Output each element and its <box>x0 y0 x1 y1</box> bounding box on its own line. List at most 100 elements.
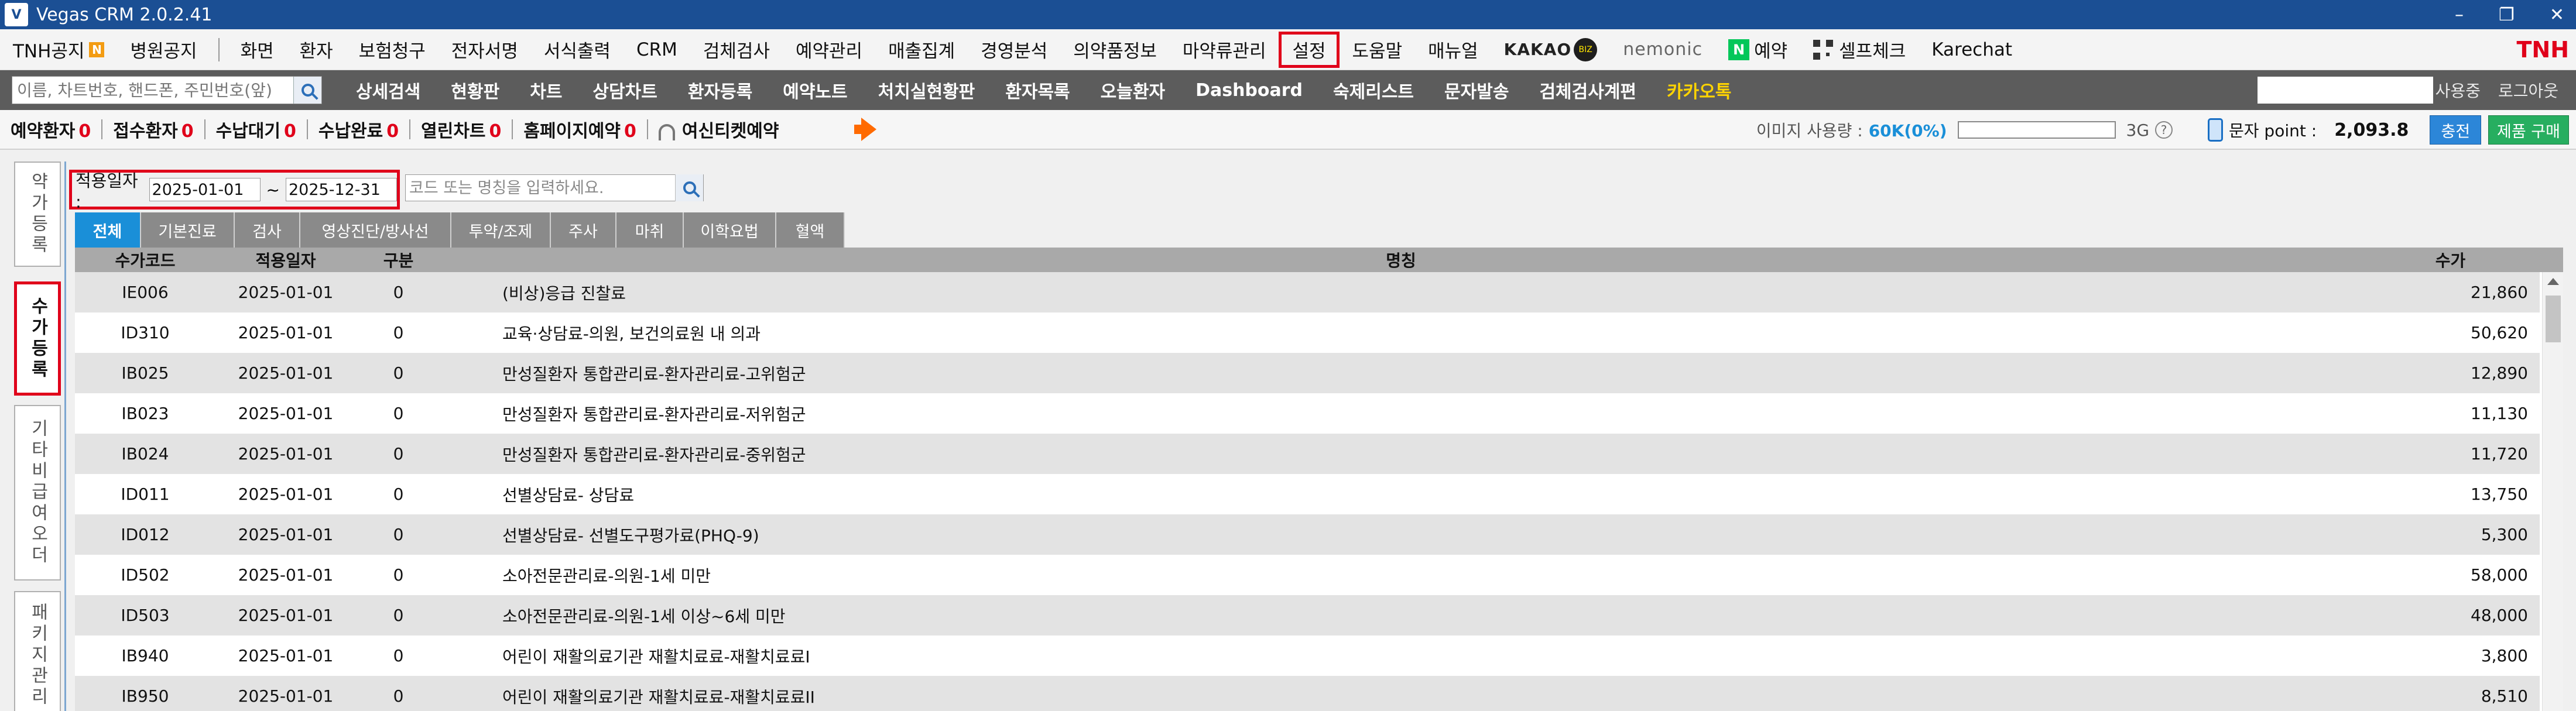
minimize-icon[interactable]: – <box>2455 5 2464 25</box>
menu-item-narcotics[interactable]: 마약류관리 <box>1170 29 1279 70</box>
column-header-name[interactable]: 명칭 <box>441 248 2361 272</box>
menu-item-insurance-claim[interactable]: 보험청구 <box>346 29 439 70</box>
column-header-type[interactable]: 구분 <box>356 248 441 272</box>
menu-item-sales-summary[interactable]: 매출집계 <box>875 29 968 70</box>
table-row[interactable]: ID310 2025-01-01 0 교육·상담료-의원, 보건의료원 내 의과 50,… <box>75 312 2540 353</box>
link-patient-register[interactable]: 환자등록 <box>673 77 768 103</box>
menu-item-form-print[interactable]: 서식출력 <box>531 29 624 70</box>
scroll-thumb[interactable] <box>2546 296 2561 342</box>
cell-code: ID012 <box>121 525 170 544</box>
link-status-board[interactable]: 현황판 <box>436 77 515 103</box>
scroll-up-icon[interactable] <box>2547 278 2559 285</box>
menu-tnh-notice[interactable]: TNH공지 N <box>0 29 117 70</box>
headset-icon <box>658 123 675 140</box>
table-row[interactable]: ID502 2025-01-01 0 소아전문관리료-의원-1세 미만 58,000 <box>75 555 2540 595</box>
restore-icon[interactable]: ❐ <box>2499 5 2515 25</box>
menu-karechat[interactable]: Karechat <box>1919 29 2025 70</box>
logout-link[interactable]: 로그아웃 <box>2498 78 2558 102</box>
table-row[interactable]: IB025 2025-01-01 0 만성질환자 통합관리료-환자관리료-고위험군 12… <box>75 353 2540 393</box>
tab-test[interactable]: 검사 <box>235 212 300 248</box>
stat-label: 수납완료 <box>318 121 383 142</box>
menu-item-reservation[interactable]: 예약관리 <box>783 29 875 70</box>
menu-item-business-analysis[interactable]: 경영분석 <box>968 29 1060 70</box>
tab-medication[interactable]: 투약/조제 <box>451 212 551 248</box>
menu-nemonic[interactable]: nemonic <box>1610 29 1715 70</box>
link-send-sms[interactable]: 문자발송 <box>1429 77 1524 103</box>
buy-product-button[interactable]: 제품 구매 <box>2488 115 2569 145</box>
stat-open-charts[interactable]: 열린차트 0 <box>410 116 512 142</box>
menu-selfcheck[interactable]: 셀프체크 <box>1800 29 1919 70</box>
side-tab-other-noncovered[interactable]: 기타비급여오더 <box>14 405 61 581</box>
tab-blood[interactable]: 혈액 <box>776 212 845 248</box>
tab-anesthesia[interactable]: 마취 <box>616 212 684 248</box>
menu-item-drug-info[interactable]: 의약품정보 <box>1060 29 1170 70</box>
column-header-code[interactable]: 수가코드 <box>75 248 215 272</box>
menu-hospital-notice[interactable]: 병원공지 <box>117 29 210 70</box>
charge-button[interactable]: 충전 <box>2430 115 2482 145</box>
code-search-button[interactable] <box>675 174 703 201</box>
table-row[interactable]: IB024 2025-01-01 0 만성질환자 통합관리료-환자관리료-중위험군 11… <box>75 434 2540 474</box>
column-header-price[interactable]: 수가 <box>2361 248 2540 272</box>
link-homework-list[interactable]: 숙제리스트 <box>1318 77 1429 103</box>
menu-item-patient[interactable]: 환자 <box>287 29 346 70</box>
stat-payment-waiting[interactable]: 수납대기 0 <box>205 116 307 142</box>
menu-item-settings[interactable]: 설정 <box>1279 31 1340 68</box>
side-tab-package[interactable]: 패키지관리 <box>14 591 61 711</box>
stat-reserved-patients[interactable]: 예약환자 0 <box>0 116 101 142</box>
megaphone-icon[interactable] <box>854 118 881 141</box>
menu-item-specimen-test[interactable]: 검체검사 <box>690 29 783 70</box>
link-reservation-note[interactable]: 예약노트 <box>768 77 862 103</box>
link-today-patients[interactable]: 오늘환자 <box>1085 77 1180 103</box>
link-dashboard[interactable]: Dashboard <box>1180 80 1318 101</box>
menu-item-manual[interactable]: 매뉴얼 <box>1415 29 1491 70</box>
help-icon[interactable]: ? <box>2155 121 2173 139</box>
menu-item-screen[interactable]: 화면 <box>228 29 287 70</box>
close-icon[interactable]: ✕ <box>2550 5 2564 25</box>
side-tab-fee-register[interactable]: 수가등록 <box>14 281 61 396</box>
patient-search-button[interactable] <box>293 77 321 104</box>
table-row[interactable]: IB023 2025-01-01 0 만성질환자 통합관리료-환자관리료-저위험군 11… <box>75 393 2540 434</box>
menu-item-crm[interactable]: CRM <box>624 29 690 70</box>
side-tab-drug-price[interactable]: 약가등록 <box>14 162 61 267</box>
table-row[interactable]: ID011 2025-01-01 0 선별상담료- 상담료 13,750 <box>75 474 2540 514</box>
sms-point-label: 문자 point : <box>2229 121 2317 140</box>
patient-search-input[interactable] <box>12 77 293 103</box>
ticket-reservation[interactable]: 여신티켓예약 <box>648 116 790 142</box>
menu-item-e-signature[interactable]: 전자서명 <box>439 29 531 70</box>
tab-all[interactable]: 전체 <box>75 212 141 248</box>
menu-kakao-biz[interactable]: KAKAO BIZ <box>1491 29 1611 70</box>
table-row[interactable]: ID503 2025-01-01 0 소아전문관리료-의원-1세 이상~6세 미만 48… <box>75 595 2540 636</box>
stat-payment-complete[interactable]: 수납완료 0 <box>308 116 409 142</box>
link-kakao-talk[interactable]: 카카오톡 <box>1652 77 1746 103</box>
link-chart[interactable]: 차트 <box>515 77 577 103</box>
title-bar: V Vegas CRM 2.0.2.41 – ❐ ✕ <box>0 0 2576 29</box>
stat-received-patients[interactable]: 접수환자 0 <box>102 116 204 142</box>
stat-homepage-reservations[interactable]: 홈페이지예약 0 <box>513 116 646 142</box>
table-row[interactable]: IB940 2025-01-01 0 어린이 재활의료기관 재활치료료-재활치료료I 3… <box>75 636 2540 676</box>
kakao-logo: KAKAO <box>1503 40 1572 59</box>
menu-naver-reservation[interactable]: N 예약 <box>1715 29 1800 70</box>
table-scrollbar[interactable] <box>2542 272 2563 711</box>
cell-price: 8,510 <box>2481 686 2528 706</box>
stat-label: 접수환자 <box>113 121 178 142</box>
search-icon <box>683 181 696 194</box>
tab-basic-care[interactable]: 기본진료 <box>141 212 235 248</box>
menu-item-help[interactable]: 도움말 <box>1340 29 1416 70</box>
date-from-field[interactable] <box>149 178 261 201</box>
cell-date: 2025-01-01 <box>238 323 334 342</box>
link-patient-list[interactable]: 환자목록 <box>990 77 1085 103</box>
tab-physical-therapy[interactable]: 이학요법 <box>684 212 776 248</box>
tab-imaging-radiology[interactable]: 영상진단/방사선 <box>300 212 451 248</box>
code-search-input[interactable] <box>406 176 675 200</box>
cell-code: IE006 <box>122 283 169 302</box>
link-consult-chart[interactable]: 상담차트 <box>577 77 672 103</box>
link-treatment-room-board[interactable]: 처치실현황판 <box>863 77 991 103</box>
date-to-field[interactable] <box>286 178 397 201</box>
table-row[interactable]: IE006 2025-01-01 0 (비상)응급 진찰료 21,860 <box>75 272 2540 312</box>
tab-injection[interactable]: 주사 <box>551 212 616 248</box>
link-detailed-search[interactable]: 상세검색 <box>341 77 436 103</box>
table-row[interactable]: IB950 2025-01-01 0 어린이 재활의료기관 재활치료료-재활치료료II… <box>75 676 2540 711</box>
link-specimen-test[interactable]: 검체검사계편 <box>1524 77 1652 103</box>
column-header-date[interactable]: 적용일자 <box>215 248 356 272</box>
table-row[interactable]: ID012 2025-01-01 0 선별상담료- 선별도구평가료(PHQ-9) 5,3… <box>75 514 2540 555</box>
